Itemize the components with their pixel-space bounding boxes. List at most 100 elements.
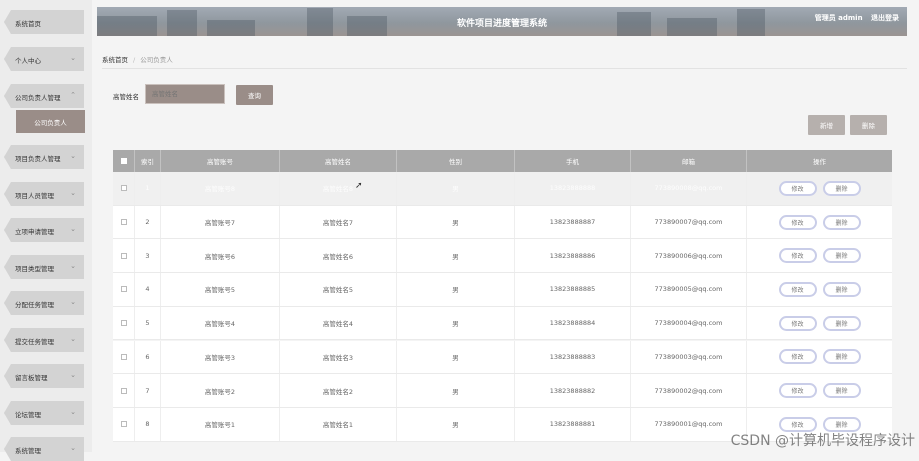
sidebar-item-label: 论坛管理 <box>15 411 41 419</box>
table-cell-email: 773890006@qq.com <box>631 239 747 273</box>
row-checkbox[interactable] <box>120 286 127 293</box>
row-checkbox[interactable] <box>120 252 127 259</box>
watermark: CSDN @计算机毕设程序设计 <box>730 433 915 449</box>
table-cell-index: 3 <box>135 239 161 273</box>
row-actions-cell: 修改 删除 <box>747 172 892 205</box>
table-cell-phone: 13823888883 <box>515 340 631 374</box>
sidebar-item-project-lead-mgmt[interactable]: 项目负责人管理 ⌄ <box>4 145 84 169</box>
delete-button[interactable]: 删除 <box>822 383 861 399</box>
table-cell-account: 高管账号1 <box>161 407 280 441</box>
table-cell-index: 5 <box>135 306 161 340</box>
header-user-area: 管理员 admin 退出登录 <box>809 13 899 23</box>
edit-button[interactable]: 修改 <box>778 180 817 196</box>
table-cell-phone: 13823888885 <box>515 273 631 306</box>
table-cell-gender: 男 <box>397 205 515 239</box>
table-cell-name: 高管姓名1 <box>280 407 397 441</box>
row-checkbox[interactable] <box>120 421 127 428</box>
header-cell-email: 邮箱 <box>631 150 747 172</box>
table-row[interactable]: 4 高管账号5 高管姓名5 男 13823888885 773890005@qq.com 修… <box>113 273 892 307</box>
table-cell-email: 773890005@qq.com <box>631 273 747 306</box>
add-button[interactable]: 新增 <box>808 115 845 135</box>
batch-delete-button[interactable]: 删除 <box>850 115 887 135</box>
sidebar-item-system-mgmt[interactable]: 系统管理 ⌄ <box>4 437 84 461</box>
sidebar-item-project-application-mgmt[interactable]: 立项申请管理 ⌄ <box>4 218 84 242</box>
sidebar-item-personal-center[interactable]: 个人中心 ⌄ <box>4 47 84 71</box>
table-cell-name: 高管姓名3 <box>280 340 397 374</box>
edit-button[interactable]: 修改 <box>778 349 817 365</box>
table-row[interactable]: 1 高管账号8 高管姓名8 男 13823888888 773890008@qq.com 修… <box>113 172 892 206</box>
chevron-down-icon: ⌄ <box>70 225 76 233</box>
chevron-down-icon: ⌄ <box>70 335 76 343</box>
chevron-down-icon: ⌄ <box>70 54 76 62</box>
table-cell-account: 高管账号5 <box>161 273 280 306</box>
edit-button[interactable]: 修改 <box>778 383 817 399</box>
row-select-cell <box>113 273 135 306</box>
table-cell-phone: 13823888881 <box>515 407 631 441</box>
breadcrumb: 系统首页 / 公司负责人 <box>102 54 173 64</box>
delete-button[interactable]: 删除 <box>822 180 861 196</box>
table-cell-name: 高管姓名7 <box>280 205 397 239</box>
sidebar-item-company-lead-mgmt[interactable]: 公司负责人管理 ⌃ <box>4 84 84 108</box>
sidebar-item-forum-mgmt[interactable]: 论坛管理 ⌄ <box>4 401 84 425</box>
breadcrumb-separator: / <box>133 56 136 64</box>
table-cell-gender: 男 <box>397 407 515 441</box>
chevron-down-icon: ⌄ <box>70 262 76 270</box>
table-cell-gender: 男 <box>397 239 515 273</box>
table-row[interactable]: 7 高管账号2 高管姓名2 男 13823888882 773890002@qq.com 修… <box>113 374 892 408</box>
row-select-cell <box>113 374 135 407</box>
table-cell-name: 高管姓名5 <box>280 273 397 306</box>
sidebar-item-project-staff-mgmt[interactable]: 项目人员管理 ⌄ <box>4 182 84 206</box>
sidebar-item-submit-task-mgmt[interactable]: 提交任务管理 ⌄ <box>4 328 84 352</box>
row-checkbox[interactable] <box>120 387 127 394</box>
row-checkbox[interactable] <box>120 320 127 327</box>
table-row[interactable]: 2 高管账号7 高管姓名7 男 13823888887 773890007@qq.com 修… <box>113 205 892 240</box>
sidebar-item-label: 分配任务管理 <box>15 301 54 309</box>
edit-button[interactable]: 修改 <box>778 214 817 230</box>
table-row[interactable]: 6 高管账号3 高管姓名3 男 13823888883 773890003@qq.com 修… <box>113 340 892 375</box>
delete-button[interactable]: 删除 <box>822 315 861 331</box>
table-cell-account: 高管账号8 <box>161 172 280 205</box>
sidebar: 系统首页 个人中心 ⌄ 公司负责人管理 ⌃ 公司负责人 项目负责人管理 ⌄ 项目… <box>0 0 92 461</box>
delete-button[interactable]: 删除 <box>822 214 861 230</box>
sidebar-item-label: 项目人员管理 <box>15 192 54 200</box>
edit-button[interactable]: 修改 <box>778 315 817 331</box>
table-cell-account: 高管账号2 <box>161 374 280 407</box>
table-cell-account: 高管账号7 <box>161 205 280 239</box>
delete-button[interactable]: 删除 <box>822 349 861 365</box>
sidebar-item-assign-task-mgmt[interactable]: 分配任务管理 ⌄ <box>4 291 84 315</box>
search-button[interactable]: 查询 <box>236 85 273 105</box>
table-row[interactable]: 3 高管账号6 高管姓名6 男 13823888886 773890006@qq.com 修… <box>113 239 892 274</box>
row-checkbox[interactable] <box>120 185 127 192</box>
sidebar-item-home[interactable]: 系统首页 <box>4 10 84 34</box>
header-cell-phone: 手机 <box>515 150 631 172</box>
chevron-down-icon: ⌄ <box>70 152 76 160</box>
row-select-cell <box>113 340 135 374</box>
table-cell-gender: 男 <box>397 340 515 374</box>
delete-button[interactable]: 删除 <box>822 281 861 297</box>
table-cell-email: 773890008@qq.com <box>631 172 747 205</box>
row-actions-cell: 修改 删除 <box>747 206 892 239</box>
sidebar-item-message-board-mgmt[interactable]: 留言板管理 ⌄ <box>4 364 84 388</box>
chevron-up-icon: ⌃ <box>70 91 76 99</box>
table-row[interactable]: 5 高管账号4 高管姓名4 男 13823888884 773890004@qq.com 修… <box>113 306 892 341</box>
logout-link[interactable]: 退出登录 <box>871 14 899 22</box>
edit-button[interactable]: 修改 <box>778 248 817 264</box>
sidebar-item-label: 提交任务管理 <box>15 338 54 346</box>
sidebar-item-label: 留言板管理 <box>15 374 48 382</box>
select-all-checkbox[interactable] <box>120 158 127 164</box>
search-label: 高管姓名 <box>113 93 139 101</box>
delete-button[interactable]: 删除 <box>822 248 861 264</box>
table-cell-phone: 13823888884 <box>515 306 631 340</box>
sidebar-item-label: 立项申请管理 <box>15 228 54 236</box>
search-input[interactable] <box>145 84 225 104</box>
sidebar-item-project-type-mgmt[interactable]: 项目类型管理 ⌄ <box>4 255 84 279</box>
breadcrumb-home[interactable]: 系统首页 <box>102 56 128 64</box>
divider <box>102 68 907 69</box>
table-cell-index: 6 <box>135 340 161 374</box>
row-checkbox[interactable] <box>120 353 127 360</box>
edit-button[interactable]: 修改 <box>778 281 817 297</box>
row-checkbox[interactable] <box>120 219 127 226</box>
sidebar-item-label: 个人中心 <box>15 57 41 65</box>
sidebar-subitem-company-lead[interactable]: 公司负责人 <box>16 110 85 133</box>
table-cell-gender: 男 <box>397 306 515 340</box>
